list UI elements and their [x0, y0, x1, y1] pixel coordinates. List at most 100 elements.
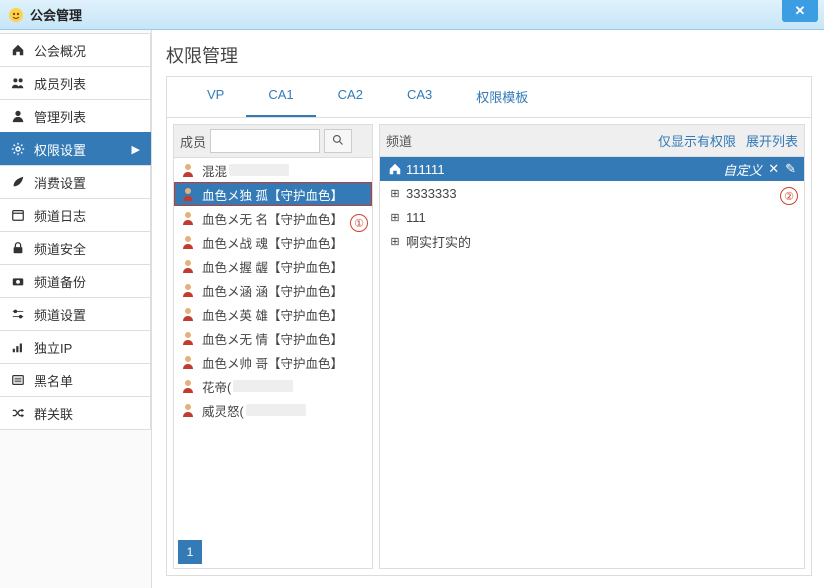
expand-icon[interactable]: ⊞ [388, 211, 402, 224]
leaf-icon [10, 175, 26, 189]
member-row[interactable]: 血色メ无 情【守护血色】 [174, 326, 372, 350]
member-name: 威灵怒( [202, 401, 244, 420]
panels: 成员 ① 混混血色メ独 孤【守护血色】血色メ无 名【守护血色】血色メ战 魂【守护… [167, 118, 811, 575]
avatar-icon [180, 282, 196, 298]
avatar-icon [180, 354, 196, 370]
tab-CA1[interactable]: CA1 [246, 77, 315, 117]
signal-icon [10, 340, 26, 354]
main: 公会概况成员列表管理列表权限设置▶ 消费设置频道日志频道安全频道备份频道设置独立I… [0, 30, 824, 588]
shuffle-icon [10, 406, 26, 420]
sidebar-item-label: 消费设置 [34, 173, 86, 192]
member-row[interactable]: 血色メ英 雄【守护血色】 [174, 302, 372, 326]
sidebar-item-6[interactable]: 频道安全 [0, 231, 151, 265]
tabs: VPCA1CA2CA3权限模板 [167, 77, 811, 118]
sidebar-item-label: 公会概况 [34, 41, 86, 60]
tab-CA2[interactable]: CA2 [316, 77, 385, 117]
home-icon [10, 43, 26, 57]
members-panel-head: 成员 [174, 125, 372, 158]
tree-row[interactable]: ⊞ 啊实打实的 [380, 229, 804, 253]
member-name: 血色メ英 雄【守护血色】 [202, 305, 343, 324]
members-panel-foot: 1 [174, 536, 372, 568]
inner-panel: VPCA1CA2CA3权限模板 成员 ① [166, 76, 812, 576]
member-row[interactable]: 血色メ帅 哥【守护血色】 [174, 350, 372, 374]
expand-link[interactable]: 展开列表 [746, 131, 798, 150]
sidebar-item-label: 频道设置 [34, 305, 86, 324]
sidebar-item-3[interactable]: 权限设置▶ [0, 132, 151, 166]
tab-权限模板[interactable]: 权限模板 [454, 77, 550, 117]
tree-label: 111111 [406, 162, 445, 177]
tree-label: 啊实打实的 [406, 232, 471, 251]
channels-panel-head: 频道 仅显示有权限 展开列表 [380, 125, 804, 157]
member-row[interactable]: 血色メ战 魂【守护血色】 [174, 230, 372, 254]
search-input[interactable] [210, 129, 320, 153]
sidebar-item-10[interactable]: 黑名单 [0, 363, 151, 397]
blurred-text [233, 380, 293, 392]
lock-icon [10, 241, 26, 255]
list-icon [10, 373, 26, 387]
close-icon[interactable]: ✕ [768, 161, 779, 177]
pager-page[interactable]: 1 [178, 540, 202, 564]
avatar-icon [180, 186, 196, 202]
tree-row[interactable]: ⊞111 [380, 205, 804, 229]
search-button[interactable] [324, 129, 352, 153]
sidebar-item-label: 频道安全 [34, 239, 86, 258]
member-row[interactable]: 血色メ独 孤【守护血色】 [174, 182, 372, 206]
sidebar-item-2[interactable]: 管理列表 [0, 99, 151, 133]
sliders-icon [10, 307, 26, 321]
custom-label: 自定义 [723, 160, 762, 179]
member-name: 花帝( [202, 377, 231, 396]
avatar-icon [180, 306, 196, 322]
tree-row[interactable]: ⊞ 3333333 [380, 181, 804, 205]
titlebar: 公会管理 ✕ [0, 0, 824, 30]
sidebar-item-label: 频道备份 [34, 272, 86, 291]
close-button[interactable]: ✕ [782, 0, 818, 22]
tab-CA3[interactable]: CA3 [385, 77, 454, 117]
cal-icon [10, 208, 26, 222]
sidebar-item-label: 黑名单 [34, 371, 73, 390]
member-name: 血色メ战 魂【守护血色】 [202, 233, 343, 252]
sidebar-item-8[interactable]: 频道设置 [0, 297, 151, 331]
member-name: 血色メ独 孤【守护血色】 [202, 185, 343, 204]
member-row[interactable]: 花帝( [174, 374, 372, 398]
blurred-text [229, 164, 289, 176]
content: 权限管理 VPCA1CA2CA3权限模板 成员 [152, 30, 824, 588]
member-name: 血色メ涵 涵【守护血色】 [202, 281, 343, 300]
sidebar-item-0[interactable]: 公会概况 [0, 33, 151, 67]
close-icon: ✕ [795, 3, 806, 19]
edit-icon[interactable]: ✎ [785, 161, 796, 177]
member-name: 血色メ无 名【守护血色】 [202, 209, 343, 228]
blurred-text [246, 404, 306, 416]
avatar-icon [180, 210, 196, 226]
member-name: 血色メ无 情【守护血色】 [202, 329, 343, 348]
avatar-icon [180, 234, 196, 250]
member-row[interactable]: 混混 [174, 158, 372, 182]
member-row[interactable]: 血色メ无 名【守护血色】 [174, 206, 372, 230]
window-title: 公会管理 [30, 5, 818, 24]
tree-row[interactable]: 111111 自定义 ✕ ✎ [380, 157, 804, 181]
sidebar-item-11[interactable]: 群关联 [0, 396, 151, 430]
expand-icon[interactable]: ⊞ [388, 187, 402, 200]
tab-VP[interactable]: VP [185, 77, 246, 117]
member-name: 血色メ握 龌【守护血色】 [202, 257, 343, 276]
user-icon [10, 109, 26, 123]
sidebar-item-7[interactable]: 频道备份 [0, 264, 151, 298]
callout-1: ① [350, 214, 368, 232]
sidebar-item-label: 管理列表 [34, 107, 86, 126]
sidebar-item-1[interactable]: 成员列表 [0, 66, 151, 100]
sidebar-item-label: 成员列表 [34, 74, 86, 93]
member-row[interactable]: 威灵怒( [174, 398, 372, 422]
sidebar-item-9[interactable]: 独立IP [0, 330, 151, 364]
members-panel-label: 成员 [180, 132, 206, 151]
sidebar-item-4[interactable]: 消费设置 [0, 165, 151, 199]
app-icon [8, 7, 24, 23]
sidebar-item-label: 群关联 [34, 404, 73, 423]
expand-icon[interactable]: ⊞ [388, 235, 402, 248]
filter-link[interactable]: 仅显示有权限 [658, 131, 736, 150]
tree-label: 3333333 [406, 186, 457, 201]
member-row[interactable]: 血色メ握 龌【守护血色】 [174, 254, 372, 278]
avatar-icon [180, 402, 196, 418]
member-row[interactable]: 血色メ涵 涵【守护血色】 [174, 278, 372, 302]
sidebar-item-label: 权限设置 [34, 140, 86, 159]
sidebar-item-5[interactable]: 频道日志 [0, 198, 151, 232]
channels-panel: 频道 仅显示有权限 展开列表 ② 111111自定义✕✎⊞3333333⊞111… [379, 124, 805, 569]
